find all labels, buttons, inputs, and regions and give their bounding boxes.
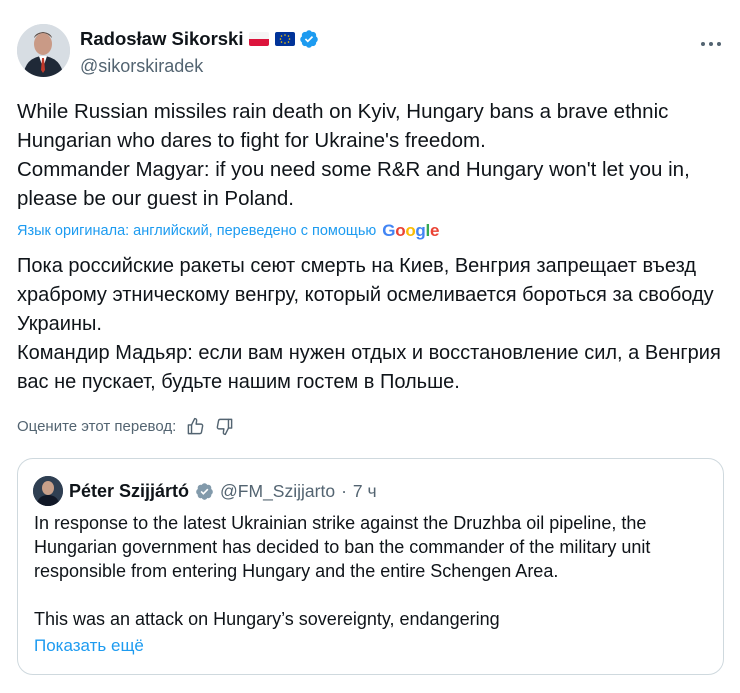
more-horizontal-icon[interactable] bbox=[700, 30, 722, 53]
quoted-tweet-header: Péter Szijjártó @FM_Szijjarto · 7 ч bbox=[33, 476, 377, 506]
show-more-link[interactable]: Показать ещё bbox=[34, 636, 144, 656]
rate-translation-label: Оцените этот перевод: bbox=[17, 418, 177, 435]
translated-text-line: Командир Мадьяр: если вам нужен отдых и … bbox=[17, 342, 721, 393]
tweet-text-line: Commander Magyar: if you need some R&R a… bbox=[17, 158, 690, 210]
rate-translation-row: Оцените этот перевод: bbox=[17, 417, 234, 436]
translation-note-text: Язык оригинала: английский, переведено с… bbox=[17, 223, 377, 239]
google-logo: Google bbox=[382, 221, 440, 240]
author-avatar[interactable] bbox=[17, 24, 70, 77]
tweet-author: Radosław Sikorski @sikorskiradek bbox=[80, 28, 319, 77]
quoted-tweet[interactable]: Péter Szijjártó @FM_Szijjarto · 7 ч In r… bbox=[17, 458, 724, 675]
thumbs-down-icon[interactable] bbox=[215, 417, 234, 436]
verified-badge-gray-icon bbox=[196, 482, 213, 500]
quoted-paragraph: In response to the latest Ukrainian stri… bbox=[34, 513, 651, 581]
thumbs-up-icon[interactable] bbox=[186, 417, 205, 436]
quoted-timestamp[interactable]: 7 ч bbox=[353, 481, 377, 502]
flag-eu-icon bbox=[275, 32, 296, 46]
tweet-text: While Russian missiles rain death on Kyi… bbox=[17, 97, 729, 213]
author-handle[interactable]: @sikorskiradek bbox=[80, 56, 319, 77]
tweet-text-line: While Russian missiles rain death on Kyi… bbox=[17, 100, 669, 152]
translated-text: Пока российские ракеты сеют смерть на Ки… bbox=[17, 252, 729, 397]
quoted-author-handle[interactable]: @FM_Szijjarto bbox=[220, 481, 335, 502]
translation-note[interactable]: Язык оригинала: английский, переведено с… bbox=[17, 221, 439, 241]
quoted-author-avatar[interactable] bbox=[33, 476, 63, 506]
quoted-tweet-text: In response to the latest Ukrainian stri… bbox=[34, 511, 714, 631]
flag-poland-icon bbox=[249, 32, 270, 46]
quoted-author-name[interactable]: Péter Szijjártó bbox=[69, 481, 189, 502]
quoted-separator: · bbox=[341, 480, 347, 501]
translated-text-line: Пока российские ракеты сеют смерть на Ки… bbox=[17, 255, 714, 335]
author-name[interactable]: Radosław Sikorski bbox=[80, 28, 243, 50]
quoted-paragraph: This was an attack on Hungary’s sovereig… bbox=[34, 609, 500, 629]
verified-badge-icon bbox=[300, 30, 319, 48]
author-name-row: Radosław Sikorski bbox=[80, 28, 319, 50]
